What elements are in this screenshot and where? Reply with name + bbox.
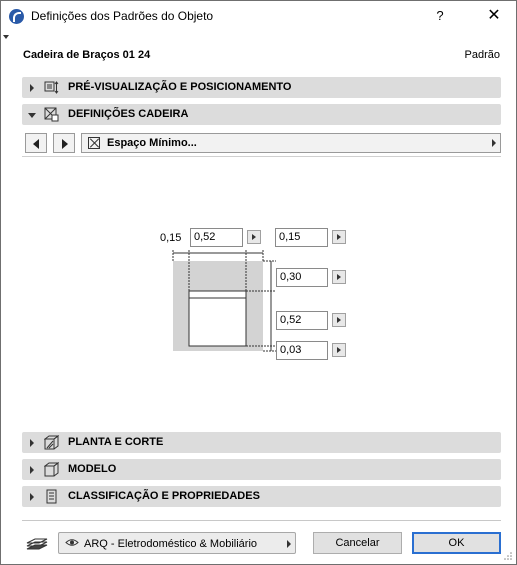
- expand-arrow-icon: [30, 493, 34, 501]
- depth-link-button[interactable]: [332, 313, 346, 327]
- collapse-arrow-icon: [28, 113, 36, 118]
- previous-page-button[interactable]: [25, 133, 47, 153]
- section-model[interactable]: MODELO: [22, 459, 501, 480]
- front-clearance-link-button[interactable]: [332, 343, 346, 357]
- back-clearance-field[interactable]: 0,30: [276, 268, 328, 287]
- settings-dialog: Definições dos Padrões do Objeto ? ✕ Cad…: [0, 0, 517, 565]
- footer-divider: [22, 520, 501, 521]
- eye-icon: [65, 539, 79, 546]
- clearance-diagram: [172, 250, 276, 352]
- section-plan-section[interactable]: PLANTA E CORTE: [22, 432, 501, 453]
- close-button[interactable]: ✕: [479, 3, 509, 29]
- back-clearance-link-button[interactable]: [332, 270, 346, 284]
- section-label: PLANTA E CORTE: [68, 436, 164, 448]
- cancel-button[interactable]: Cancelar: [313, 532, 402, 554]
- archicad-logo-icon: [9, 9, 24, 24]
- section-label: PRÉ-VISUALIZAÇÃO E POSICIONAMENTO: [68, 81, 292, 93]
- plan-section-icon: [44, 435, 59, 450]
- help-button[interactable]: ?: [427, 3, 453, 29]
- expand-arrow-icon: [30, 439, 34, 447]
- chair-footprint: [188, 290, 247, 347]
- width-field[interactable]: 0,52: [190, 228, 243, 247]
- arrow-left-icon: [33, 139, 39, 149]
- layer-selector-label: ARQ - Eletrodoméstico & Mobiliário: [84, 538, 258, 550]
- section-preview-positioning[interactable]: PRÉ-VISUALIZAÇÃO E POSICIONAMENTO: [22, 77, 501, 98]
- window-title: Definições dos Padrões do Objeto: [31, 9, 214, 23]
- page-selector[interactable]: Espaço Mínimo...: [81, 133, 501, 153]
- left-clearance-value: 0,15: [160, 232, 182, 244]
- layer-stack-icon: [26, 538, 48, 550]
- model-cube-icon: [44, 462, 59, 477]
- classification-list-icon: [46, 489, 57, 504]
- chair-settings-icon: [44, 107, 59, 122]
- resize-grip-icon[interactable]: [504, 552, 513, 561]
- section-label: DEFINIÇÕES CADEIRA: [68, 108, 189, 120]
- next-page-button[interactable]: [53, 133, 75, 153]
- chevron-right-icon: [287, 540, 291, 548]
- expand-arrow-icon: [30, 466, 34, 474]
- right-clearance-field[interactable]: 0,15: [275, 228, 328, 247]
- section-label: CLASSIFICAÇÃO E PROPRIEDADES: [68, 490, 260, 502]
- title-bar: Definições dos Padrões do Objeto ? ✕: [1, 1, 516, 32]
- dropdown-marker-icon[interactable]: [3, 35, 9, 39]
- arrow-right-icon: [62, 139, 68, 149]
- page-selector-label: Espaço Mínimo...: [107, 137, 197, 149]
- depth-field[interactable]: 0,52: [276, 311, 328, 330]
- front-clearance-field[interactable]: 0,03: [276, 341, 328, 360]
- preview-positioning-icon: [44, 81, 59, 94]
- page-icon: [88, 137, 100, 149]
- object-name: Cadeira de Braços 01 24: [23, 49, 151, 61]
- default-label: Padrão: [464, 49, 500, 61]
- section-chair-settings[interactable]: DEFINIÇÕES CADEIRA: [22, 104, 501, 125]
- section-label: MODELO: [68, 463, 117, 475]
- section-classification[interactable]: CLASSIFICAÇÃO E PROPRIEDADES: [22, 486, 501, 507]
- right-clearance-link-button[interactable]: [332, 230, 346, 244]
- chevron-right-icon: [492, 139, 496, 147]
- width-link-button[interactable]: [247, 230, 261, 244]
- expand-arrow-icon: [30, 84, 34, 92]
- layer-selector[interactable]: ARQ - Eletrodoméstico & Mobiliário: [58, 532, 296, 554]
- ok-button[interactable]: OK: [412, 532, 501, 554]
